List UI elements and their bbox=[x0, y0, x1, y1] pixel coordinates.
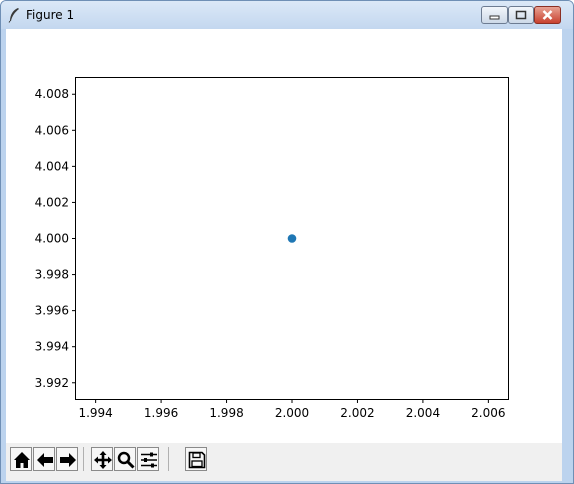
x-tick-label: 2.004 bbox=[406, 406, 440, 420]
y-tick-label: 4.002 bbox=[35, 195, 69, 209]
y-axis-ticks: 3.992 3.994 3.996 3.998 4.000 4.002 4.004 4.006… bbox=[35, 87, 76, 390]
y-tick-label: 4.008 bbox=[35, 87, 69, 101]
configure-subplots-button[interactable] bbox=[137, 447, 159, 471]
pan-button[interactable] bbox=[91, 447, 113, 471]
figure-canvas: 1.994 1.996 1.998 2.000 2.002 2.004 2.006 3.99… bbox=[6, 29, 562, 481]
feather-icon bbox=[7, 7, 21, 23]
figure-window: Figure 1 1.994 1.996 1.998 2.000 2.002 2.004 2… bbox=[0, 0, 574, 484]
y-tick-label: 3.996 bbox=[35, 304, 69, 318]
y-tick-label: 3.998 bbox=[35, 268, 69, 282]
y-tick-label: 4.000 bbox=[35, 232, 69, 246]
y-tick-label: 3.994 bbox=[35, 340, 69, 354]
data-point bbox=[287, 234, 297, 243]
y-tick-label: 4.004 bbox=[35, 159, 69, 173]
sliders-icon bbox=[141, 452, 157, 468]
forward-button[interactable] bbox=[56, 447, 78, 471]
navigation-toolbar bbox=[6, 443, 562, 481]
title-bar[interactable]: Figure 1 bbox=[1, 1, 573, 29]
magnifier-icon bbox=[117, 451, 135, 469]
maximize-icon bbox=[515, 10, 527, 20]
home-button[interactable] bbox=[10, 447, 32, 471]
back-button[interactable] bbox=[33, 447, 55, 471]
y-tick-label: 4.006 bbox=[35, 123, 69, 137]
floppy-disk-icon bbox=[188, 451, 206, 469]
zoom-button[interactable] bbox=[114, 447, 136, 471]
x-tick-label: 2.006 bbox=[471, 406, 505, 420]
save-button[interactable] bbox=[185, 447, 207, 471]
window-title: Figure 1 bbox=[26, 8, 75, 22]
pan-icon bbox=[94, 451, 112, 469]
y-tick-label: 3.992 bbox=[35, 376, 69, 390]
x-tick-label: 1.998 bbox=[209, 406, 243, 420]
scatter-chart[interactable]: 1.994 1.996 1.998 2.000 2.002 2.004 2.006 3.99… bbox=[6, 29, 562, 443]
x-tick-label: 1.996 bbox=[144, 406, 178, 420]
data-points bbox=[287, 234, 297, 243]
home-icon bbox=[14, 452, 30, 468]
minimize-icon bbox=[489, 15, 500, 20]
back-arrow-icon bbox=[37, 453, 53, 467]
x-tick-label: 2.000 bbox=[275, 406, 309, 420]
toolbar-separator bbox=[83, 447, 84, 471]
x-tick-label: 1.994 bbox=[78, 406, 112, 420]
x-axis-ticks: 1.994 1.996 1.998 2.000 2.002 2.004 2.006 bbox=[78, 399, 506, 420]
close-icon bbox=[542, 10, 553, 20]
forward-arrow-icon bbox=[60, 453, 76, 467]
x-tick-label: 2.002 bbox=[340, 406, 374, 420]
maximize-button[interactable] bbox=[508, 6, 534, 24]
close-button[interactable] bbox=[534, 6, 561, 24]
minimize-button[interactable] bbox=[481, 6, 508, 24]
toolbar-separator bbox=[168, 447, 169, 471]
